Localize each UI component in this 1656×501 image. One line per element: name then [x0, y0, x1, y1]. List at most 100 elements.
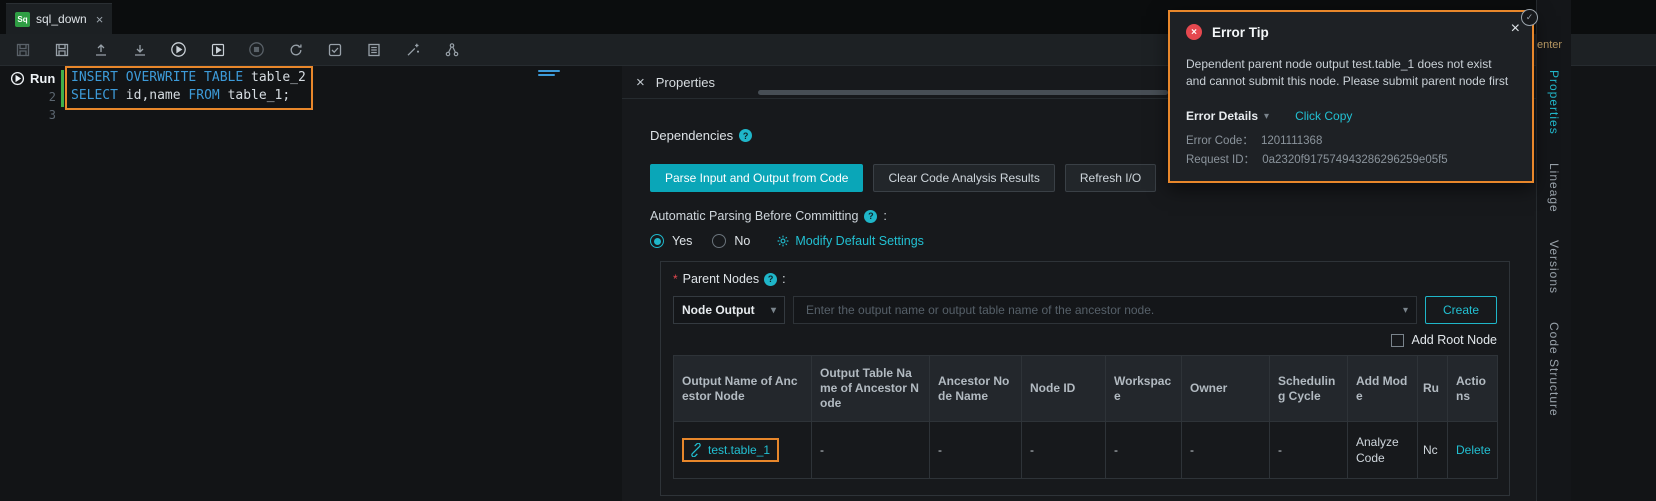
cell-owner: -: [1182, 422, 1270, 479]
delete-link[interactable]: Delete: [1456, 443, 1491, 457]
error-tip-header: × Error Tip: [1186, 24, 1516, 40]
node-output-selected-value: Node Output: [682, 303, 755, 317]
error-message: Dependent parent node output test.table_…: [1186, 56, 1510, 90]
code-highlight-box: INSERT OVERWRITE TABLE table_2 SELECT id…: [65, 66, 313, 110]
create-button[interactable]: Create: [1425, 296, 1497, 324]
parse-io-button[interactable]: Parse Input and Output from Code: [650, 164, 863, 192]
table-row: test.table_1 - - - - - - Analyze Code Nc: [674, 422, 1498, 479]
error-code-row: Error Code： 1201111368: [1186, 132, 1516, 148]
auto-parse-label-row: Automatic Parsing Before Committing ? :: [650, 209, 1508, 223]
clear-analysis-button[interactable]: Clear Code Analysis Results: [873, 164, 1054, 192]
info-icon[interactable]: ?: [764, 273, 777, 286]
dependency-table: Output Name of Ancestor Node Output Tabl…: [673, 355, 1498, 479]
sidebar-tab-versions[interactable]: Versions: [1547, 240, 1561, 294]
request-id-label: Request ID：: [1186, 154, 1255, 166]
output-highlight-box: test.table_1: [682, 438, 779, 462]
cell-scheduling-cycle: -: [1270, 422, 1348, 479]
parent-nodes-colon: :: [782, 272, 785, 286]
radio-yes[interactable]: [650, 234, 664, 248]
tab-close-icon[interactable]: ×: [96, 12, 104, 27]
graph-icon[interactable]: [443, 41, 460, 58]
code-line-2: SELECT id,name FROM table_1;: [71, 87, 306, 105]
cell-add-mode: Analyze Code: [1348, 422, 1418, 479]
properties-close-icon[interactable]: ×: [636, 75, 645, 90]
cell-node-id: -: [1022, 422, 1106, 479]
error-tip-popup: × Error Tip × Dependent parent node outp…: [1168, 10, 1534, 183]
auto-parse-label: Automatic Parsing Before Committing: [650, 209, 858, 223]
sql-file-icon: Sq: [15, 12, 30, 27]
col-ancestor-node-name: Ancestor Node Name: [930, 356, 1022, 422]
run-button-label: Run: [30, 71, 55, 86]
dataworks-ide: Sq sql_down ×: [0, 0, 1656, 501]
chevron-down-icon[interactable]: ▾: [1403, 305, 1408, 316]
parent-nodes-label: Parent Nodes: [683, 272, 759, 286]
precheck-icon[interactable]: [326, 41, 343, 58]
error-details-label[interactable]: Error Details: [1186, 109, 1258, 123]
sidebar-tab-lineage[interactable]: Lineage: [1547, 163, 1561, 213]
col-actions: Actions: [1448, 356, 1498, 422]
stop-icon[interactable]: [248, 41, 265, 58]
cell-workspace: -: [1106, 422, 1182, 479]
col-add-mode: Add Mode: [1348, 356, 1418, 422]
tab-sql-down[interactable]: Sq sql_down ×: [6, 3, 112, 34]
cell-output-name: test.table_1: [674, 422, 812, 479]
sql-code-editor[interactable]: Run 2 3 INSERT OVERWRITE TABLE table_2 S…: [0, 66, 623, 501]
chevron-down-icon[interactable]: ▾: [1264, 111, 1269, 122]
table-header-row: Output Name of Ancestor Node Output Tabl…: [674, 356, 1498, 422]
auto-parse-colon: :: [883, 209, 886, 223]
save-as-icon[interactable]: [53, 41, 70, 58]
add-root-node-checkbox[interactable]: [1391, 334, 1404, 347]
col-output-name: Output Name of Ancestor Node: [674, 356, 812, 422]
submit-icon[interactable]: [92, 41, 109, 58]
sql-keyword: FROM: [188, 88, 227, 103]
dependencies-title: Dependencies: [650, 128, 733, 143]
node-output-select[interactable]: Node Output ▾: [673, 296, 785, 324]
horizontal-scrollbar[interactable]: [758, 90, 1168, 95]
col-output-table-name: Output Table Name of Ancestor Node: [812, 356, 930, 422]
sql-keyword: SELECT: [71, 88, 126, 103]
request-id-value: 0a2320f917574943286296259e05f5: [1262, 154, 1447, 166]
error-circle-icon: ×: [1186, 24, 1202, 40]
refresh-icon[interactable]: [287, 41, 304, 58]
run-button[interactable]: Run: [10, 71, 55, 86]
radio-no-label: No: [734, 234, 750, 248]
check-circle-icon[interactable]: ✓: [1521, 9, 1538, 26]
line-number-2: 2: [40, 88, 56, 106]
ancestor-search-wrap: ▾: [793, 296, 1417, 324]
auto-parse-radio-row: Yes No Modify Default Settings: [650, 234, 1508, 248]
sql-keywords: INSERT OVERWRITE TABLE: [71, 70, 251, 85]
partial-enter-text: enter: [1537, 39, 1562, 51]
log-icon[interactable]: [365, 41, 382, 58]
ancestor-output-link[interactable]: test.table_1: [708, 443, 770, 457]
editor-minimap[interactable]: [538, 70, 566, 78]
radio-no[interactable]: [712, 234, 726, 248]
refresh-io-button[interactable]: Refresh I/O: [1065, 164, 1156, 192]
cell-actions: Delete: [1448, 422, 1498, 479]
error-tip-close-icon[interactable]: ×: [1511, 20, 1520, 38]
parent-nodes-box: * Parent Nodes ? : Node Output ▾ ▾ Creat…: [660, 261, 1510, 496]
format-icon[interactable]: [404, 41, 421, 58]
right-sidebar-tabs: Properties Lineage Versions Code Structu…: [1537, 0, 1571, 417]
chevron-down-icon: ▾: [771, 305, 776, 316]
advanced-run-icon[interactable]: [209, 41, 226, 58]
sidebar-tab-properties[interactable]: Properties: [1547, 70, 1561, 135]
cell-output-table: -: [812, 422, 930, 479]
parent-nodes-label-row: * Parent Nodes ? :: [673, 272, 1497, 286]
col-node-id: Node ID: [1022, 356, 1106, 422]
sidebar-tab-code-structure[interactable]: Code Structure: [1547, 322, 1561, 417]
info-icon[interactable]: ?: [864, 210, 877, 223]
save-icon[interactable]: [14, 41, 31, 58]
click-copy-link[interactable]: Click Copy: [1295, 109, 1352, 123]
add-root-node-label: Add Root Node: [1412, 333, 1497, 347]
properties-title: Properties: [656, 75, 715, 90]
run-icon[interactable]: [170, 41, 187, 58]
cell-ru-truncated: Nc: [1418, 422, 1448, 479]
modify-default-settings-link[interactable]: Modify Default Settings: [776, 234, 924, 248]
right-sidebar: Properties Lineage Versions Code Structu…: [1536, 0, 1571, 501]
checkout-icon[interactable]: [131, 41, 148, 58]
info-icon[interactable]: ?: [739, 129, 752, 142]
line-number-3: 3: [40, 106, 56, 124]
output-link-icon: [689, 443, 703, 457]
ancestor-search-input[interactable]: [804, 302, 1392, 318]
tab-label: sql_down: [36, 12, 87, 26]
